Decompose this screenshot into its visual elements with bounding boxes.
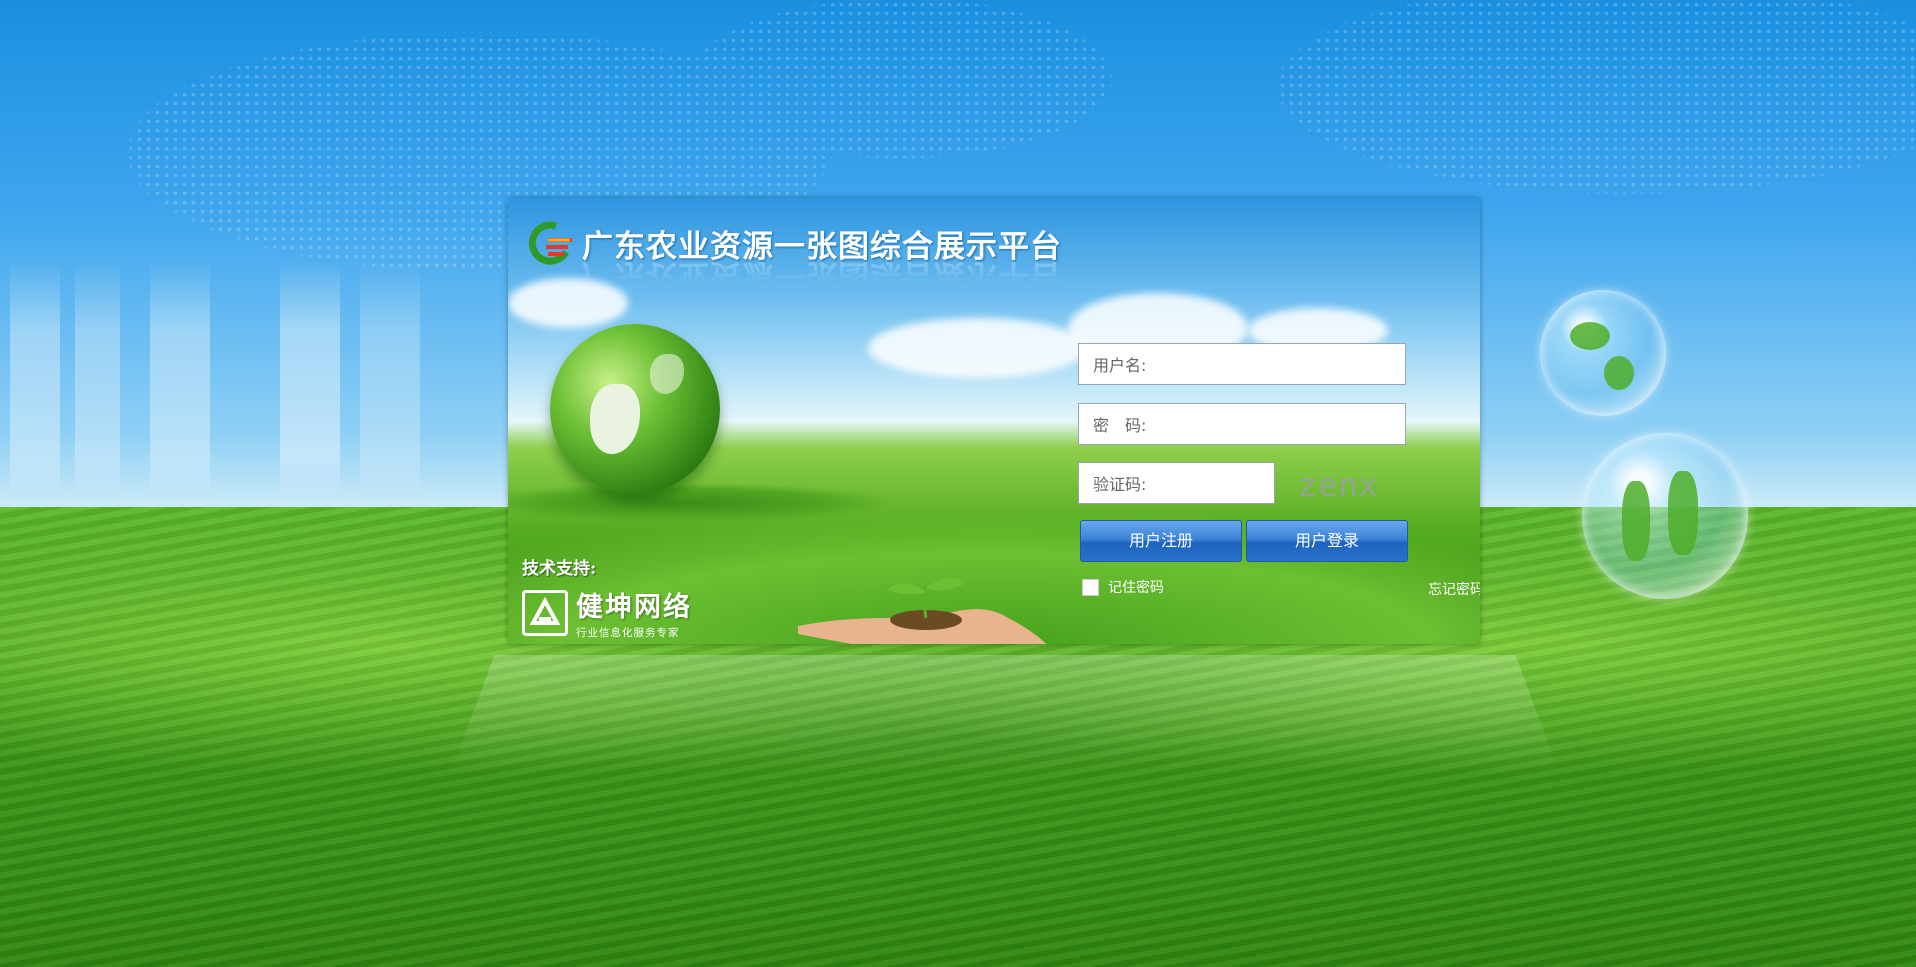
- login-panel: 广东农业资源一张图综合展示平台 广东农业资源一张图综合展示平台 技术支持: 健坤…: [508, 198, 1480, 644]
- password-label: 密 码:: [1093, 416, 1147, 435]
- earth-bubble-icon: [1540, 290, 1666, 416]
- forgot-password-link[interactable]: 忘记密码: [1348, 579, 1480, 599]
- remember-label: 记住密码: [1108, 580, 1164, 596]
- captcha-field[interactable]: 验证码:: [1078, 462, 1275, 504]
- cloud: [868, 318, 1088, 378]
- password-input[interactable]: [1150, 414, 1405, 434]
- company-logo-icon: [522, 589, 568, 636]
- tech-support: 技术支持: 健坤网络 行业信息化服务专家: [522, 554, 692, 640]
- register-button[interactable]: 用户注册: [1080, 520, 1242, 562]
- username-field[interactable]: 用户名:: [1078, 343, 1406, 385]
- captcha-label: 验证码:: [1093, 475, 1147, 494]
- remember-checkbox[interactable]: [1082, 578, 1099, 596]
- grass-patch: [508, 478, 948, 528]
- login-button[interactable]: 用户登录: [1246, 520, 1408, 562]
- hand-with-seedling-image: [798, 577, 1047, 644]
- agriculture-logo-icon: [526, 218, 576, 268]
- green-globe-image: [550, 324, 720, 494]
- runners-bubble-icon: [1582, 433, 1748, 599]
- username-label: 用户名:: [1093, 356, 1147, 375]
- username-input[interactable]: [1150, 354, 1405, 374]
- support-label: 技术支持:: [522, 559, 597, 579]
- captcha-input[interactable]: [1150, 473, 1274, 493]
- remember-password[interactable]: 记住密码: [1082, 577, 1164, 597]
- company-tagline: 行业信息化服务专家: [576, 627, 680, 639]
- platform-title-reflection: 广东农业资源一张图综合展示平台: [582, 257, 1062, 293]
- password-field[interactable]: 密 码:: [1078, 403, 1406, 445]
- company-name: 健坤网络: [576, 592, 692, 623]
- company-brand: 健坤网络 行业信息化服务专家: [522, 585, 692, 640]
- panel-reflection: [450, 655, 1560, 775]
- captcha-image[interactable]: zenx: [1298, 466, 1379, 504]
- city-skyline-background: [0, 260, 460, 500]
